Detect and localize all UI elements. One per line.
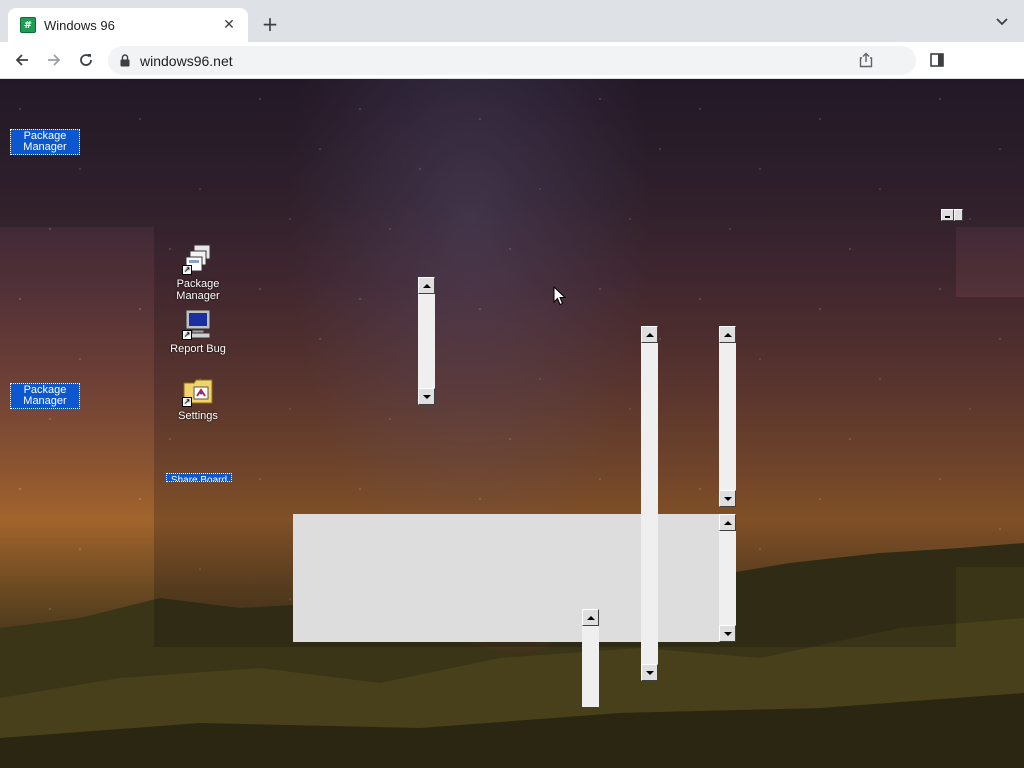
share-board-label[interactable]: Share Board — [166, 473, 232, 482]
side-panel-icon — [930, 53, 944, 67]
windows96-favicon-icon: # — [20, 17, 36, 33]
scroll-up-button[interactable] — [582, 609, 599, 626]
tab-strip: # Windows 96 ✕ + — [0, 0, 1024, 42]
desktop-icon-label: Report Bug — [170, 343, 226, 355]
scroll-up-button[interactable] — [641, 326, 658, 343]
maximize-button[interactable] — [954, 209, 963, 221]
tab-search-button[interactable] — [992, 12, 1012, 32]
mouse-cursor-icon — [553, 286, 566, 306]
new-tab-button[interactable]: + — [258, 12, 282, 36]
minimize-button[interactable] — [941, 209, 954, 221]
scroll-down-button[interactable] — [641, 664, 658, 681]
tab-title: Windows 96 — [44, 17, 115, 33]
scrollbar-3[interactable] — [719, 326, 736, 507]
reload-button[interactable] — [74, 48, 98, 72]
arrow-up-icon — [723, 520, 732, 525]
desktop-icon-label: Package Manager — [176, 278, 220, 302]
arrow-up-icon — [422, 283, 431, 288]
arrow-right-icon — [48, 54, 61, 66]
scrollbar-5[interactable] — [582, 609, 599, 707]
tab-close-icon[interactable]: ✕ — [220, 16, 238, 34]
tab-windows96[interactable]: # Windows 96 ✕ — [8, 8, 248, 42]
lock-icon — [120, 54, 130, 67]
url-text: windows96.net — [140, 52, 233, 69]
address-bar[interactable]: windows96.net — [108, 46, 916, 75]
window-controls — [941, 209, 963, 221]
reload-icon — [80, 54, 92, 66]
scroll-down-button[interactable] — [418, 388, 435, 405]
scroll-down-button[interactable] — [719, 625, 736, 642]
desktop-icon-package-manager[interactable]: ↗ Package Manager — [163, 243, 233, 302]
package-manager-label-mid[interactable]: Package Manager — [10, 383, 80, 409]
arrow-down-icon — [422, 394, 431, 399]
desktop-icon-label: Settings — [178, 410, 218, 422]
desktop-layer-overlay — [0, 79, 1024, 227]
scroll-up-button[interactable] — [719, 514, 736, 531]
browser-toolbar: windows96.net — [0, 42, 1024, 79]
side-panel-button[interactable] — [926, 48, 948, 72]
arrow-up-icon — [586, 615, 595, 620]
desktop-icon-settings[interactable]: ↗ Settings — [163, 375, 233, 422]
shortcut-arrow-icon: ↗ — [182, 330, 192, 340]
package-manager-icon: ↗ — [182, 243, 214, 275]
share-button[interactable] — [855, 48, 877, 72]
scrollbar-4[interactable] — [719, 514, 736, 642]
scroll-up-button[interactable] — [719, 326, 736, 343]
windows96-desktop[interactable]: Package Manager Package Manager ↗ Packag… — [0, 79, 1024, 768]
desktop-side-overlay — [956, 297, 1024, 567]
desktop-icon-report-bug[interactable]: ↗ Report Bug — [163, 308, 233, 355]
scrollbar-2[interactable] — [641, 326, 658, 681]
arrow-up-icon — [645, 332, 654, 337]
arrow-down-icon — [723, 496, 732, 501]
scrollbar-1[interactable] — [418, 277, 435, 405]
settings-folder-icon: ↗ — [182, 375, 214, 407]
arrow-left-icon — [15, 54, 28, 66]
shortcut-arrow-icon: ↗ — [182, 265, 192, 275]
package-manager-label-top[interactable]: Package Manager — [10, 129, 80, 155]
shortcut-arrow-icon: ↗ — [182, 397, 192, 407]
scroll-up-button[interactable] — [418, 277, 435, 294]
monitor-icon: ↗ — [182, 308, 214, 340]
back-button[interactable] — [10, 48, 34, 72]
arrow-down-icon — [723, 631, 732, 636]
forward-button[interactable] — [42, 48, 66, 72]
arrow-up-icon — [723, 332, 732, 337]
share-icon — [859, 52, 873, 68]
scroll-down-button[interactable] — [719, 490, 736, 507]
arrow-down-icon — [645, 670, 654, 675]
chevron-down-icon — [996, 18, 1008, 26]
